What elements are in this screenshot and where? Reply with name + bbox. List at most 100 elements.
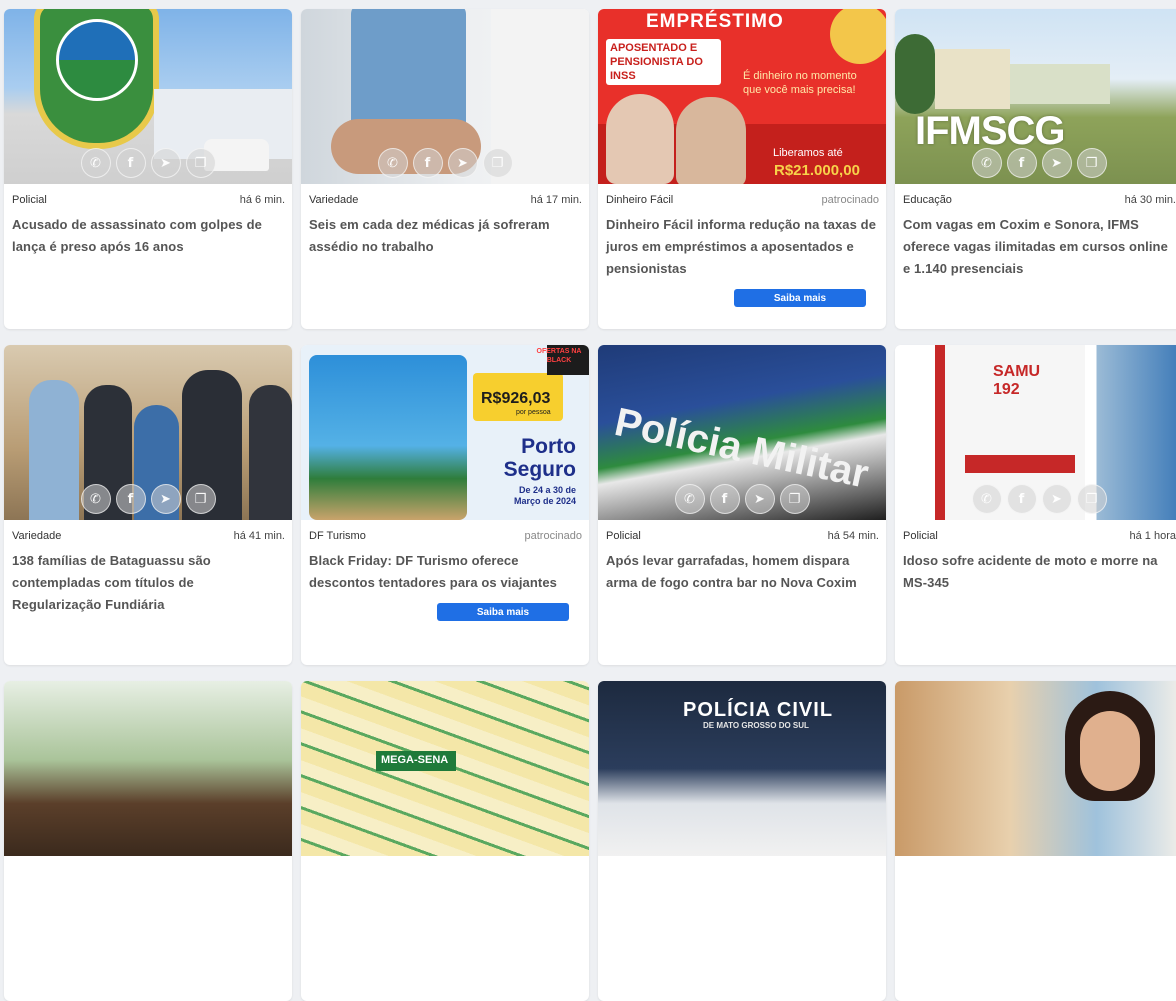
- news-card[interactable]: OFERTAS NA BLACK R$926,03 por pessoa Porto …: [301, 345, 589, 665]
- news-thumbnail[interactable]: [4, 681, 292, 856]
- sponsored-label: patrocinado: [524, 530, 583, 542]
- news-thumbnail[interactable]: ✆ f ➤ ❐: [4, 345, 292, 520]
- ad-price-note: por pessoa: [516, 409, 551, 416]
- facebook-icon[interactable]: f: [1006, 148, 1037, 178]
- ad-offer: Liberamos até: [773, 147, 843, 159]
- facebook-icon[interactable]: f: [709, 484, 740, 514]
- news-card[interactable]: [895, 681, 1176, 1001]
- news-card[interactable]: MEGA-SENA: [301, 681, 589, 1001]
- news-card[interactable]: ✆ f ➤ ❐ Policial há 6 min. Acusado de assassin…: [4, 9, 292, 329]
- news-thumbnail[interactable]: ✆ f ➤ ❐: [4, 9, 292, 184]
- news-card[interactable]: EMPRÉSTIMO APOSENTADO E PENSIONISTA DO IN…: [598, 9, 886, 329]
- saiba-mais-button[interactable]: Saiba mais: [734, 289, 866, 307]
- ad-subheadline: APOSENTADO E PENSIONISTA DO INSS: [606, 39, 721, 85]
- copy-icon[interactable]: ❐: [1076, 484, 1107, 514]
- telegram-icon[interactable]: ➤: [150, 484, 181, 514]
- headline-link[interactable]: Após levar garrafadas, homem dispara arm…: [598, 542, 886, 594]
- ad-destination: Porto Seguro: [503, 435, 576, 481]
- timestamp: há 30 min.: [1124, 194, 1176, 206]
- category-label[interactable]: DF Turismo: [309, 530, 366, 542]
- news-thumbnail[interactable]: IFMSCG ✆ f ➤ ❐: [895, 9, 1176, 184]
- whatsapp-icon[interactable]: ✆: [80, 484, 111, 514]
- station-sign: POLÍCIA CIVIL: [683, 699, 834, 721]
- telegram-icon[interactable]: ➤: [1041, 484, 1072, 514]
- category-label[interactable]: Variedade: [12, 530, 61, 542]
- whatsapp-icon[interactable]: ✆: [674, 484, 705, 514]
- sponsored-label: patrocinado: [821, 194, 880, 206]
- news-thumbnail[interactable]: OFERTAS NA BLACK R$926,03 por pessoa Porto …: [301, 345, 589, 520]
- telegram-icon[interactable]: ➤: [744, 484, 775, 514]
- share-bar: ✆ f ➤ ❐: [598, 484, 886, 514]
- copy-icon[interactable]: ❐: [185, 148, 216, 178]
- facebook-icon[interactable]: f: [115, 484, 146, 514]
- timestamp: há 54 min.: [827, 530, 879, 542]
- headline-link[interactable]: Acusado de assassinato com golpes de lan…: [4, 206, 292, 258]
- card-meta: Variedade há 17 min.: [301, 184, 589, 206]
- station-sub: DE MATO GROSSO DO SUL: [703, 721, 809, 730]
- category-label[interactable]: Variedade: [309, 194, 358, 206]
- telegram-icon[interactable]: ➤: [1041, 148, 1072, 178]
- card-meta: Variedade há 41 min.: [4, 520, 292, 542]
- copy-icon[interactable]: ❐: [779, 484, 810, 514]
- card-meta: Policial há 6 min.: [4, 184, 292, 206]
- news-thumbnail[interactable]: ✆ f ➤ ❐: [301, 9, 589, 184]
- headline-link[interactable]: Com vagas em Coxim e Sonora, IFMS oferec…: [895, 206, 1176, 280]
- whatsapp-icon[interactable]: ✆: [971, 148, 1002, 178]
- timestamp: há 6 min.: [239, 194, 285, 206]
- category-label[interactable]: Policial: [903, 530, 938, 542]
- copy-icon[interactable]: ❐: [482, 148, 513, 178]
- news-thumbnail[interactable]: EMPRÉSTIMO APOSENTADO E PENSIONISTA DO IN…: [598, 9, 886, 184]
- facebook-icon[interactable]: f: [412, 148, 443, 178]
- timestamp: há 1 hora: [1129, 530, 1176, 542]
- ad-badge: OFERTAS NA BLACK: [536, 348, 582, 364]
- news-card[interactable]: ✆ f ➤ ❐ Variedade há 17 min. Seis em cada dez …: [301, 9, 589, 329]
- category-label[interactable]: Educação: [903, 194, 952, 206]
- lottery-label: MEGA-SENA: [381, 754, 449, 766]
- headline-link[interactable]: Idoso sofre acidente de moto e morre na …: [895, 542, 1176, 594]
- news-thumbnail[interactable]: Polícia Militar ✆ f ➤ ❐: [598, 345, 886, 520]
- share-bar: ✆ f ➤ ❐: [4, 484, 292, 514]
- news-grid: ✆ f ➤ ❐ Policial há 6 min. Acusado de assassin…: [4, 9, 1176, 1001]
- telegram-icon[interactable]: ➤: [447, 148, 478, 178]
- facebook-icon[interactable]: f: [115, 148, 146, 178]
- category-label[interactable]: Dinheiro Fácil: [606, 194, 673, 206]
- headline-link[interactable]: Black Friday: DF Turismo oferece descont…: [301, 542, 589, 594]
- news-card[interactable]: SAMU 192 ✆ f ➤ ❐ Policial há 1 hora Idoso sofre…: [895, 345, 1176, 665]
- share-bar: ✆ f ➤ ❐: [895, 148, 1176, 178]
- category-label[interactable]: Policial: [12, 194, 47, 206]
- headline-link[interactable]: Dinheiro Fácil informa redução na taxas …: [598, 206, 886, 280]
- card-meta: Policial há 54 min.: [598, 520, 886, 542]
- timestamp: há 41 min.: [233, 530, 285, 542]
- news-thumbnail[interactable]: MEGA-SENA: [301, 681, 589, 856]
- news-card[interactable]: POLÍCIA CIVIL DE MATO GROSSO DO SUL: [598, 681, 886, 1001]
- share-bar: ✆ f ➤ ❐: [895, 484, 1176, 514]
- copy-icon[interactable]: ❐: [185, 484, 216, 514]
- ambulance-label: SAMU 192: [993, 363, 1041, 398]
- ad-dates: De 24 a 30 de Março de 2024: [513, 485, 576, 506]
- news-thumbnail[interactable]: POLÍCIA CIVIL DE MATO GROSSO DO SUL: [598, 681, 886, 856]
- news-card[interactable]: IFMSCG ✆ f ➤ ❐ Educação há 30 min. Com vagas em…: [895, 9, 1176, 329]
- headline-link[interactable]: Seis em cada dez médicas já sofreram ass…: [301, 206, 589, 258]
- whatsapp-icon[interactable]: ✆: [971, 484, 1002, 514]
- news-card[interactable]: ✆ f ➤ ❐ Variedade há 41 min. 138 famílias de B…: [4, 345, 292, 665]
- saiba-mais-button[interactable]: Saiba mais: [437, 603, 569, 621]
- news-card[interactable]: Polícia Militar ✆ f ➤ ❐ Policial há 54 min. Apó…: [598, 345, 886, 665]
- category-label[interactable]: Policial: [606, 530, 641, 542]
- news-thumbnail[interactable]: [895, 681, 1176, 856]
- share-bar: ✆ f ➤ ❐: [301, 148, 589, 178]
- whatsapp-icon[interactable]: ✆: [80, 148, 111, 178]
- card-meta: Educação há 30 min.: [895, 184, 1176, 206]
- share-bar: ✆ f ➤ ❐: [4, 148, 292, 178]
- whatsapp-icon[interactable]: ✆: [377, 148, 408, 178]
- news-thumbnail[interactable]: SAMU 192 ✆ f ➤ ❐: [895, 345, 1176, 520]
- ad-headline: EMPRÉSTIMO: [646, 11, 784, 32]
- news-card[interactable]: [4, 681, 292, 1001]
- timestamp: há 17 min.: [530, 194, 582, 206]
- ad-tagline: É dinheiro no momento que você mais prec…: [743, 70, 857, 96]
- telegram-icon[interactable]: ➤: [150, 148, 181, 178]
- facebook-icon[interactable]: f: [1006, 484, 1037, 514]
- headline-link[interactable]: 138 famílias de Bataguassu são contempla…: [4, 542, 292, 616]
- ad-price: R$926,03: [481, 390, 551, 407]
- copy-icon[interactable]: ❐: [1076, 148, 1107, 178]
- card-meta: Dinheiro Fácil patrocinado: [598, 184, 886, 206]
